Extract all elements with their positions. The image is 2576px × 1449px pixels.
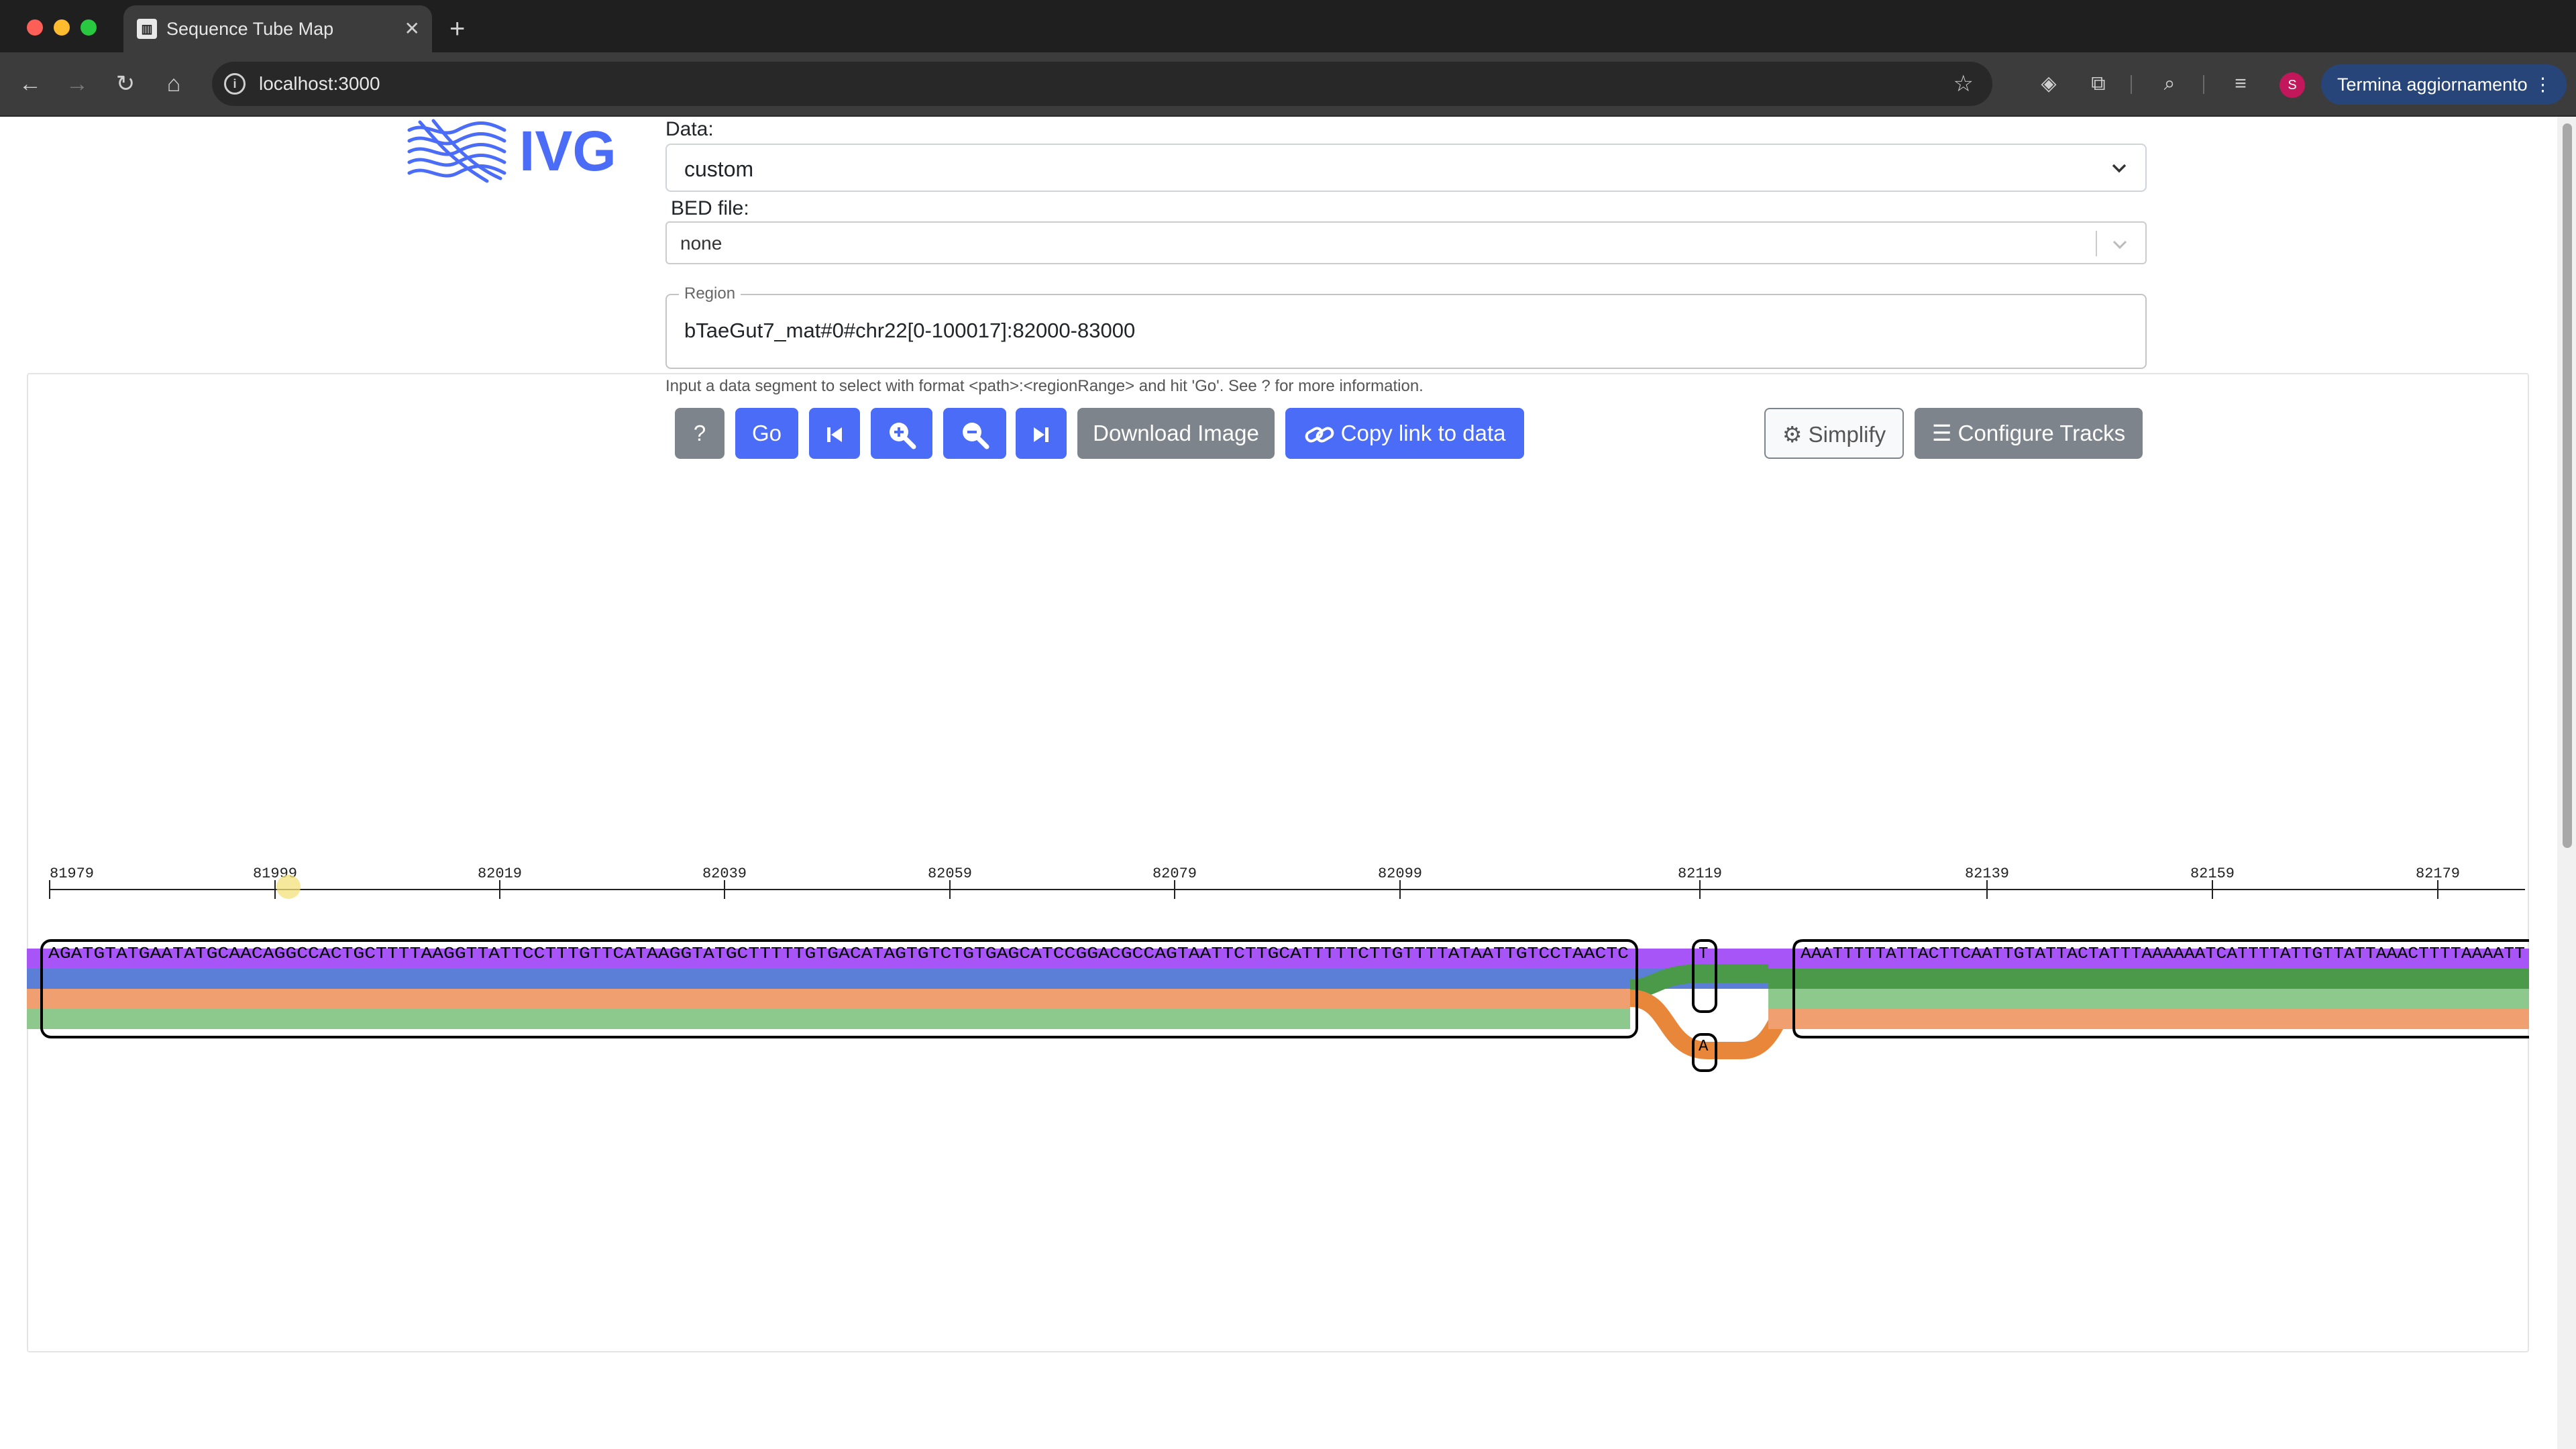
ruler-tick-label: 82099 [1378, 865, 1422, 882]
bookmark-star-icon[interactable]: ☆ [1953, 62, 1974, 106]
extension-icon[interactable]: ◈ [2033, 68, 2065, 100]
bed-file-label: BED file: [671, 197, 749, 219]
ruler-tick-label: 82159 [2190, 865, 2235, 882]
minimize-window-button[interactable] [54, 19, 70, 36]
tubemap-visualization[interactable]: 81979 81999 82019 82039 82059 82079 82099 82119… [27, 373, 2529, 1352]
browser-tab[interactable]: ▥ Sequence Tube Map ✕ [123, 5, 432, 52]
ruler-tick-label: 82119 [1678, 865, 1722, 882]
region-input[interactable]: Region bTaeGut7_mat#0#chr22[0-100017]:82… [665, 284, 2147, 369]
track-orange[interactable] [1768, 1009, 2529, 1029]
tab-title: Sequence Tube Map [166, 19, 334, 39]
tab-favicon-icon: ▥ [137, 19, 157, 39]
extensions-puzzle-icon[interactable]: ⧉ [2082, 68, 2114, 100]
page-scrollbar[interactable] [2557, 117, 2576, 1449]
ivg-logo: IVG [407, 119, 616, 183]
bed-file-value: none [680, 233, 722, 254]
close-window-button[interactable] [27, 19, 43, 36]
select-divider [2096, 231, 2097, 256]
url-text[interactable]: localhost:3000 [259, 62, 380, 106]
browser-toolbar: ← → ↻ ⌂ i localhost:3000 ☆ ◈ ⧉ ⌕ ≡ S Ter… [0, 52, 2576, 117]
home-icon[interactable]: ⌂ [157, 67, 191, 101]
scrollbar-thumb[interactable] [2563, 123, 2572, 848]
chevron-down-icon [2112, 240, 2127, 250]
toolbar-divider [2131, 75, 2132, 94]
logo-text: IVG [519, 119, 616, 182]
site-info-icon[interactable]: i [224, 73, 246, 95]
node-sequence-text: AAATTTTTATTACTTCAATTGTATTACTATTTAAAAAATC… [1801, 945, 2525, 963]
track-dark-green[interactable] [1768, 969, 2529, 989]
track-blue[interactable] [27, 969, 1630, 989]
ruler-tick-label: 81979 [50, 865, 94, 882]
kebab-menu-icon[interactable]: ⋮ [2534, 64, 2552, 105]
toolbar-divider [2203, 75, 2204, 94]
address-bar[interactable]: i localhost:3000 ☆ [212, 62, 1992, 106]
ruler-tick-label: 82179 [2416, 865, 2460, 882]
update-browser-button[interactable]: Termina aggiornamento ⋮ [2321, 64, 2567, 105]
maximize-window-button[interactable] [80, 19, 97, 36]
node-sequence-text: AGATGTATGAATATGCAACAGGCCACTGCTTTTAAGGTTA… [48, 945, 1629, 963]
ruler-tick-label: 82039 [702, 865, 747, 882]
track-green[interactable] [27, 1009, 1630, 1029]
chevron-down-icon [2112, 164, 2127, 173]
back-icon[interactable]: ← [13, 67, 47, 101]
reload-icon[interactable]: ↻ [109, 67, 142, 101]
tracks [27, 949, 2529, 1059]
ruler-tick-label: 82059 [928, 865, 972, 882]
track-green[interactable] [1768, 989, 2529, 1009]
cursor-highlight [276, 875, 301, 899]
update-button-label: Termina aggiornamento [2337, 74, 2528, 95]
ruler-tick-label: 82019 [478, 865, 522, 882]
ruler-ticks: 81979 81999 82019 82039 82059 82079 82099 82119… [49, 865, 2460, 899]
media-controls-icon[interactable]: ≡ [2224, 68, 2257, 100]
profile-avatar[interactable]: S [2279, 72, 2305, 98]
ruler-tick-label: 82139 [1965, 865, 2009, 882]
data-select-value: custom [684, 157, 754, 181]
region-value[interactable]: bTaeGut7_mat#0#chr22[0-100017]:82000-830… [684, 295, 1135, 366]
browser-tab-bar: ▥ Sequence Tube Map ✕ + [0, 0, 2576, 52]
forward-icon[interactable]: → [60, 67, 94, 101]
new-tab-icon[interactable]: + [449, 5, 465, 52]
node-sequence-text: A [1699, 1038, 1709, 1056]
ruler-tick-label: 82079 [1152, 865, 1197, 882]
tab-search-icon[interactable]: ⌕ [2153, 68, 2186, 100]
tab-close-icon[interactable]: ✕ [405, 5, 420, 52]
node-sequence-text: T [1699, 945, 1708, 963]
data-label: Data: [665, 118, 714, 140]
track-orange[interactable] [27, 989, 1630, 1009]
data-select[interactable]: custom [665, 144, 2147, 192]
bed-file-select[interactable]: none [665, 221, 2147, 264]
